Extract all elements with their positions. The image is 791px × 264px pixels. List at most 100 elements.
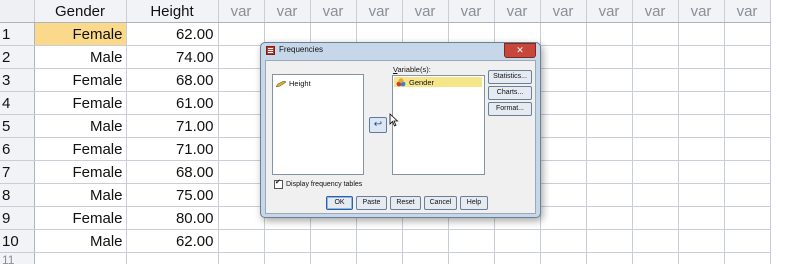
cell-empty[interactable]: [540, 137, 587, 161]
row-number[interactable]: 4: [0, 91, 35, 115]
cell-height[interactable]: 71.00: [126, 137, 219, 161]
cell-empty[interactable]: [724, 68, 771, 92]
cell-empty[interactable]: [218, 68, 265, 92]
row-number[interactable]: 9: [0, 206, 35, 230]
cell-empty[interactable]: [586, 91, 633, 115]
cell-empty[interactable]: [356, 252, 403, 264]
cell-empty[interactable]: [724, 160, 771, 184]
column-header-var[interactable]: var: [218, 0, 265, 23]
cell-height[interactable]: 68.00: [126, 68, 219, 92]
cell-height[interactable]: 74.00: [126, 45, 219, 69]
cell-empty[interactable]: [678, 160, 725, 184]
cell-empty[interactable]: [218, 206, 265, 230]
cell-gender[interactable]: Male: [34, 45, 127, 69]
cell-empty[interactable]: [678, 229, 725, 253]
cell-empty[interactable]: [678, 206, 725, 230]
charts-button[interactable]: Charts...: [488, 86, 532, 100]
column-header-var[interactable]: var: [264, 0, 311, 23]
cell-empty[interactable]: [126, 252, 219, 264]
row-number[interactable]: 11: [0, 252, 35, 264]
row-number[interactable]: 1: [0, 22, 35, 46]
column-header-var[interactable]: var: [678, 0, 725, 23]
cell-empty[interactable]: [218, 91, 265, 115]
cell-height[interactable]: 62.00: [126, 22, 219, 46]
row-number[interactable]: 2: [0, 45, 35, 69]
display-frequency-checkbox[interactable]: [274, 178, 283, 189]
cell-gender[interactable]: Male: [34, 229, 127, 253]
cell-empty[interactable]: [264, 229, 311, 253]
cell-empty[interactable]: [586, 68, 633, 92]
cell-empty[interactable]: [724, 91, 771, 115]
cell-height[interactable]: 68.00: [126, 160, 219, 184]
cell-empty[interactable]: [586, 45, 633, 69]
column-header-var[interactable]: var: [540, 0, 587, 23]
column-header-var[interactable]: var: [494, 0, 541, 23]
statistics-button[interactable]: Statistics...: [488, 70, 532, 84]
cell-gender[interactable]: Female: [34, 91, 127, 115]
cell-empty[interactable]: [586, 137, 633, 161]
row-number[interactable]: 8: [0, 183, 35, 207]
cell-height[interactable]: 61.00: [126, 91, 219, 115]
cell-gender[interactable]: Male: [34, 183, 127, 207]
cell-empty[interactable]: [34, 252, 127, 264]
cell-empty[interactable]: [218, 229, 265, 253]
column-header-gender[interactable]: Gender: [34, 0, 127, 23]
cell-empty[interactable]: [632, 229, 679, 253]
cell-empty[interactable]: [632, 137, 679, 161]
column-header-var[interactable]: var: [448, 0, 495, 23]
column-header-var[interactable]: var: [724, 0, 771, 23]
cell-empty[interactable]: [586, 114, 633, 138]
cell-empty[interactable]: [402, 252, 449, 264]
cell-empty[interactable]: [724, 229, 771, 253]
column-header-var[interactable]: var: [586, 0, 633, 23]
cell-empty[interactable]: [540, 22, 587, 46]
cell-empty[interactable]: [632, 114, 679, 138]
column-header-var[interactable]: var: [310, 0, 357, 23]
cell-empty[interactable]: [632, 22, 679, 46]
cell-empty[interactable]: [448, 252, 495, 264]
cell-empty[interactable]: [586, 229, 633, 253]
cell-empty[interactable]: [540, 252, 587, 264]
row-number[interactable]: 10: [0, 229, 35, 253]
cell-empty[interactable]: [724, 206, 771, 230]
cell-empty[interactable]: [724, 114, 771, 138]
cell-empty[interactable]: [540, 206, 587, 230]
cell-empty[interactable]: [724, 252, 771, 264]
cell-empty[interactable]: [494, 229, 541, 253]
cell-empty[interactable]: [448, 229, 495, 253]
cell-empty[interactable]: [632, 91, 679, 115]
cell-empty[interactable]: [678, 183, 725, 207]
cell-empty[interactable]: [678, 45, 725, 69]
cell-empty[interactable]: [678, 91, 725, 115]
cell-empty[interactable]: [540, 229, 587, 253]
cell-empty[interactable]: [540, 91, 587, 115]
cell-empty[interactable]: [218, 114, 265, 138]
cell-height[interactable]: 75.00: [126, 183, 219, 207]
cell-empty[interactable]: [724, 137, 771, 161]
cell-empty[interactable]: [402, 229, 449, 253]
corner-cell[interactable]: [0, 0, 35, 23]
column-header-var[interactable]: var: [632, 0, 679, 23]
cancel-button[interactable]: Cancel: [424, 196, 457, 210]
cell-empty[interactable]: [632, 206, 679, 230]
column-header-height[interactable]: Height: [126, 0, 219, 23]
cell-empty[interactable]: [586, 22, 633, 46]
cell-gender[interactable]: Female: [34, 137, 127, 161]
cell-empty[interactable]: [264, 252, 311, 264]
cell-height[interactable]: 80.00: [126, 206, 219, 230]
column-header-var[interactable]: var: [402, 0, 449, 23]
cell-empty[interactable]: [356, 229, 403, 253]
reset-button[interactable]: Reset: [390, 196, 421, 210]
cell-empty[interactable]: [540, 68, 587, 92]
help-button[interactable]: Help: [460, 196, 488, 210]
cell-empty[interactable]: [218, 183, 265, 207]
cell-empty[interactable]: [678, 137, 725, 161]
cell-empty[interactable]: [632, 68, 679, 92]
move-variable-button[interactable]: ↩: [369, 117, 387, 133]
row-number[interactable]: 5: [0, 114, 35, 138]
dialog-titlebar[interactable]: Frequencies ✕: [261, 43, 540, 59]
cell-empty[interactable]: [632, 45, 679, 69]
cell-empty[interactable]: [494, 252, 541, 264]
cell-empty[interactable]: [218, 252, 265, 264]
cell-empty[interactable]: [218, 160, 265, 184]
